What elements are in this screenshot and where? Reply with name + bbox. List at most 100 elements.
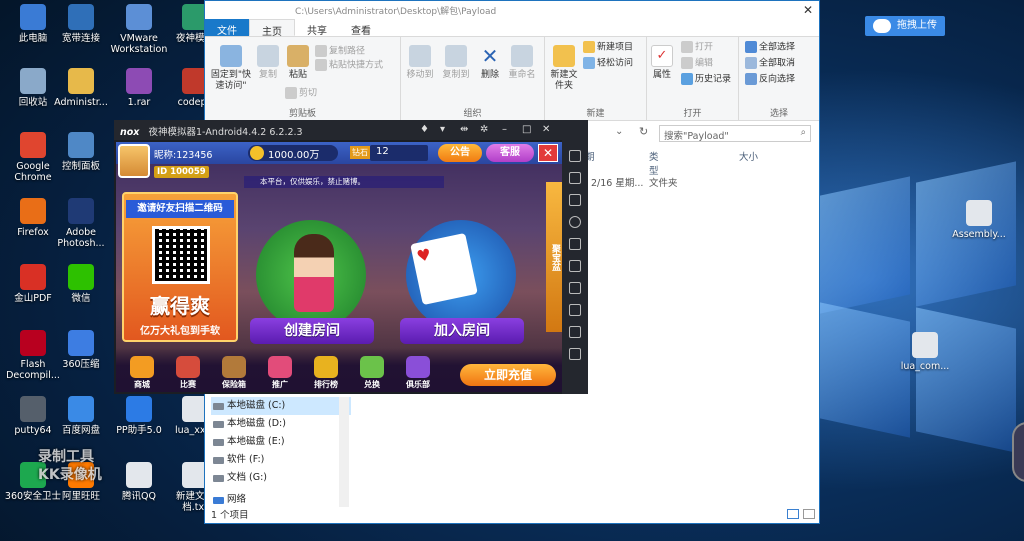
drive-icon (213, 403, 224, 410)
tree-item[interactable]: 本地磁盘 (D:) (211, 415, 351, 433)
tree-item[interactable]: 软件 (F:) (211, 451, 351, 469)
apk-icon[interactable] (569, 260, 581, 272)
new-group: 新建文件夹 新建项目 轻松访问 新建 (545, 37, 647, 121)
bottom-nav-item[interactable]: 兑换 (350, 356, 394, 390)
invert-selection-button[interactable]: 反向选择 (745, 73, 795, 86)
close-icon[interactable]: ✕ (538, 144, 558, 162)
zip-icon (68, 330, 94, 356)
desktop-icon-label: 微信 (71, 293, 91, 304)
clipboard-icon (287, 45, 309, 67)
easy-access-button[interactable]: 轻松访问 (583, 57, 633, 70)
tab-home[interactable]: 主页 (249, 19, 295, 38)
copy-path-button[interactable]: 复制路径 (315, 45, 365, 58)
copy-to-button[interactable]: 复制到 (439, 45, 473, 81)
select-none-button[interactable]: 全部取消 (745, 57, 795, 70)
chevron-down-icon[interactable]: ⌄ (615, 126, 623, 137)
location-icon[interactable] (569, 216, 581, 228)
create-room-button[interactable]: 创建房间 (250, 318, 374, 344)
desktop-icon[interactable]: Adobe Photosh... (48, 198, 114, 249)
delete-button[interactable]: ✕ 删除 (477, 45, 503, 81)
side-banner[interactable]: 聚宝盆 (546, 182, 562, 332)
history-button[interactable]: 历史记录 (681, 73, 731, 86)
drag-upload-button[interactable]: 拖拽上传 (865, 16, 945, 36)
large-icons-view-icon[interactable] (803, 509, 815, 519)
settings-gear-icon[interactable]: ✲ (480, 124, 488, 135)
tab-share[interactable]: 共享 (295, 19, 339, 37)
desktop-icon[interactable]: 控制面板 (48, 132, 114, 172)
tree-item-label: 本地磁盘 (E:) (227, 436, 285, 447)
more-dots-icon[interactable] (569, 150, 581, 162)
pin-window-icon[interactable]: ⇹ (460, 124, 468, 135)
desktop-icon[interactable]: Assembly... (946, 200, 1012, 240)
tree-item[interactable]: 文档 (G:) (211, 469, 351, 487)
notice-button[interactable]: 公告 (438, 144, 482, 162)
close-icon[interactable]: ✕ (803, 3, 813, 17)
edit-button[interactable]: 编辑 (681, 57, 713, 70)
invert-selection-icon (745, 73, 757, 85)
details-view-icon[interactable] (787, 509, 799, 519)
search-input[interactable]: 搜索"Payload" ⌕ (659, 125, 811, 142)
floating-ball-icon[interactable] (1012, 422, 1024, 482)
customer-service-button[interactable]: 客服 (486, 144, 534, 162)
column-type[interactable]: 类型 (649, 149, 659, 177)
pin-quick-access-button[interactable]: 固定到"快速访问" (209, 45, 253, 92)
minimize-icon[interactable]: – (502, 124, 507, 135)
desktop-icon[interactable]: 微信 (48, 264, 114, 304)
refresh-icon[interactable]: ↻ (639, 125, 648, 138)
chrome-icon (20, 132, 46, 158)
new-item-button[interactable]: 新建项目 (583, 41, 633, 54)
recent-apps-icon[interactable] (569, 348, 581, 360)
avatar[interactable] (118, 144, 150, 178)
tab-file[interactable]: 文件 (205, 19, 249, 37)
close-icon[interactable]: ✕ (542, 124, 550, 135)
desktop-icon[interactable]: 360压缩 (48, 330, 114, 370)
bottom-nav-item[interactable]: 推广 (258, 356, 302, 390)
desktop-icon[interactable]: lua_com... (892, 332, 958, 372)
open-button[interactable]: 打开 (681, 41, 713, 54)
screen-icon[interactable] (569, 238, 581, 250)
cut-button[interactable]: 剪切 (285, 87, 317, 100)
fullscreen-icon[interactable] (569, 282, 581, 294)
menu-icon[interactable]: ▾ (440, 124, 445, 135)
bottom-nav-item[interactable]: 俱乐部 (396, 356, 440, 390)
gift-icon[interactable]: ♦ (420, 124, 429, 135)
desktop-icon[interactable]: Administr... (48, 68, 114, 108)
recharge-button[interactable]: 立即充值 (460, 364, 556, 386)
home-icon[interactable] (569, 326, 581, 338)
emulator-toolbar (562, 140, 588, 394)
tree-item[interactable]: 本地磁盘 (E:) (211, 433, 351, 451)
bottom-nav-item[interactable]: 保险箱 (212, 356, 256, 390)
user-folder-icon (68, 68, 94, 94)
maximize-icon[interactable]: □ (522, 124, 531, 135)
desktop-icon[interactable]: 百度网盘 (48, 396, 114, 436)
column-size[interactable]: 大小 (739, 149, 758, 163)
bottom-nav-item[interactable]: 商城 (120, 356, 164, 390)
copy-button[interactable]: 复制 (255, 45, 281, 81)
tree-item[interactable]: 本地磁盘 (C:) (211, 397, 351, 415)
tree-scrollbar[interactable] (339, 397, 349, 507)
open-group: ✓ 属性 打开 编辑 历史记录 打开 (647, 37, 739, 121)
rename-icon (511, 45, 533, 67)
properties-button[interactable]: ✓ 属性 (649, 45, 675, 81)
join-room-button[interactable]: 加入房间 (400, 318, 524, 344)
coin-balance[interactable]: 1000.00万 (248, 145, 338, 161)
ribbon: 固定到"快速访问" 复制 粘贴 复制路径 粘贴快捷方式 剪切 剪贴板 移动到 复… (205, 37, 819, 121)
bottom-nav-item[interactable]: 排行榜 (304, 356, 348, 390)
paste-shortcut-button[interactable]: 粘贴快捷方式 (315, 59, 383, 72)
desktop-icon[interactable]: 宽带连接 (48, 4, 114, 44)
paste-button[interactable]: 粘贴 (285, 45, 311, 81)
move-to-button[interactable]: 移动到 (403, 45, 437, 81)
nickname: 昵称:123456 (154, 150, 213, 161)
bottom-nav-item[interactable]: 比赛 (166, 356, 210, 390)
gem-balance[interactable]: 12 (370, 145, 428, 161)
copy-path-icon (315, 45, 327, 57)
tab-view[interactable]: 查看 (339, 19, 383, 37)
phone-icon[interactable] (569, 172, 581, 184)
keyboard-icon[interactable] (569, 194, 581, 206)
new-folder-button[interactable]: 新建文件夹 (547, 45, 581, 92)
rename-button[interactable]: 重命名 (505, 45, 539, 81)
back-icon[interactable] (569, 304, 581, 316)
desktop-icon-label: 360压缩 (62, 359, 100, 370)
invite-promo-panel[interactable]: 邀请好友扫描二维码 赢得爽 亿万大礼包到手软 (122, 192, 238, 342)
select-all-button[interactable]: 全部选择 (745, 41, 795, 54)
